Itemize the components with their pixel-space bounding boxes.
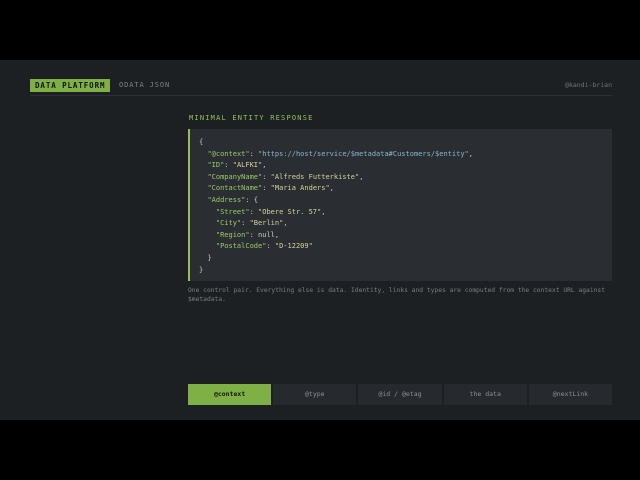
header-subtitle: ODATA JSON [119, 81, 171, 89]
tab-id-etag[interactable]: @id / @etag [358, 384, 442, 405]
top-bar: DATA PLATFORM ODATA JSON @kandi-brian [30, 79, 612, 96]
code-line-company: "CompanyName": "Alfreds Futterkiste", [207, 172, 364, 181]
brand-badge: DATA PLATFORM [30, 79, 111, 92]
main-panel: DATA PLATFORM ODATA JSON @kandi-brian MI… [0, 60, 640, 420]
tab-nextlink[interactable]: @nextLink [528, 384, 613, 405]
explanation-note: One control pair. Everything else is dat… [188, 287, 606, 303]
code-line-region: "Region": null, [215, 230, 280, 239]
code-line-contact: "ContactName": "Maria Anders", [207, 184, 334, 193]
code-line-city: "City": "Berlin", [215, 219, 288, 228]
tab-bar: @context @type @id / @etag the data @nex… [188, 384, 613, 405]
code-line-close: } [199, 265, 204, 274]
tab-the-data[interactable]: the data [443, 384, 527, 405]
code-line-context: "@context": "https://host/service/$metad… [207, 149, 473, 158]
code-line-street: "Street": "Obere Str. 57", [215, 207, 326, 216]
code-line-inner-close: } [207, 253, 212, 262]
code-line-address: "Address": { [207, 195, 259, 204]
code-line-open: { [199, 138, 204, 146]
json-code-block: { "@context": "https://host/service/$met… [188, 129, 612, 281]
tab-context[interactable]: @context [188, 384, 272, 405]
user-handle: @kandi-brian [565, 81, 612, 89]
code-line-postal: "PostalCode": "D-12209" [215, 242, 313, 251]
section-title: MINIMAL ENTITY RESPONSE [189, 114, 314, 122]
tab-type[interactable]: @type [273, 384, 357, 405]
code-line-id: "ID": "ALFKI", [207, 161, 267, 170]
